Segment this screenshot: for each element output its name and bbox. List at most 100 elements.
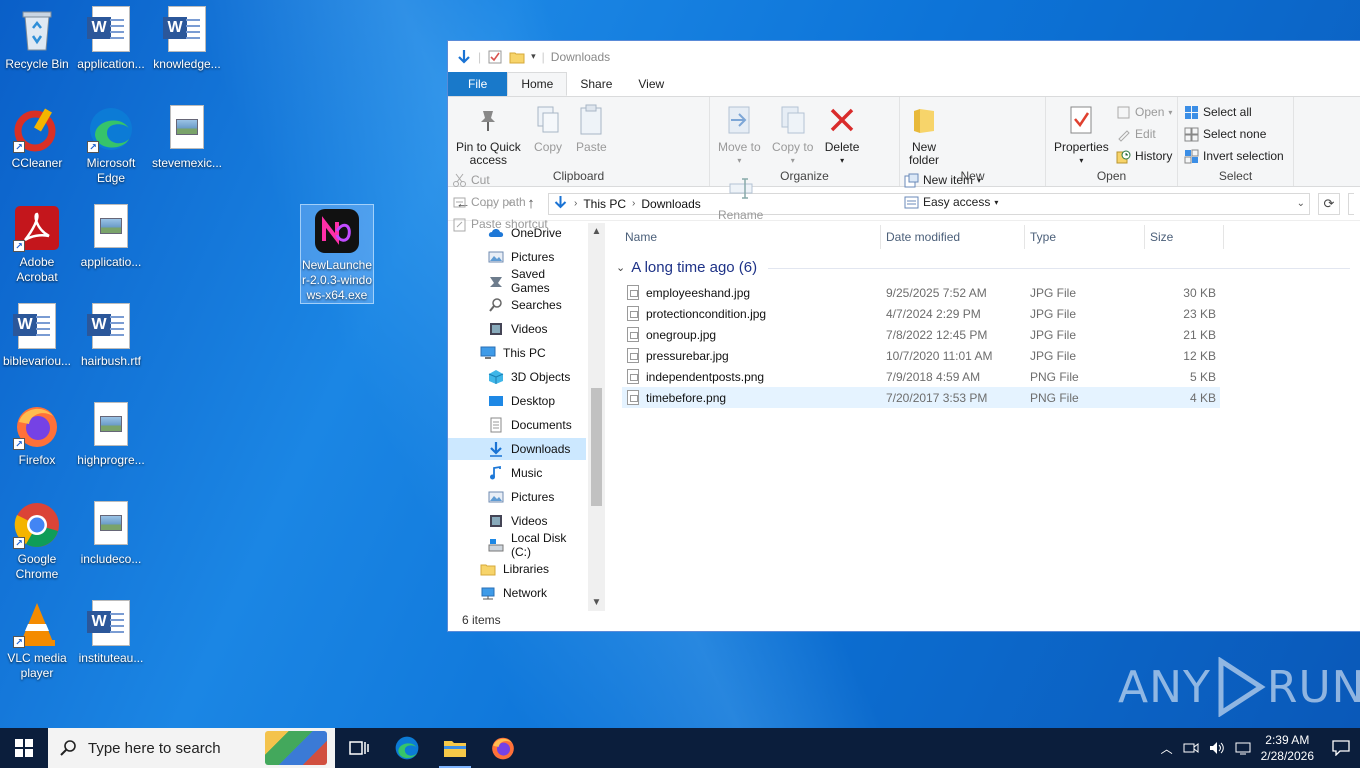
group-header[interactable]: ⌄ A long time ago (6) bbox=[616, 259, 757, 276]
desktop-icon-edge[interactable]: ↗ Microsoft Edge bbox=[74, 105, 148, 186]
nav-item-downloads[interactable]: Downloads bbox=[448, 438, 586, 460]
edit-button[interactable]: Edit bbox=[1116, 125, 1172, 143]
desktop-icon-newlauncher[interactable]: NewLaunche r-2.0.3-windo ws-x64.exe bbox=[300, 204, 374, 304]
move-to-button[interactable]: Move to ▾ bbox=[714, 101, 765, 169]
select-group: Select all Select none Invert selection … bbox=[1178, 97, 1294, 186]
desktop-icon-firefox[interactable]: ↗ Firefox bbox=[0, 402, 74, 468]
scroll-down-icon[interactable]: ▼ bbox=[588, 594, 605, 611]
image-file-icon bbox=[87, 402, 135, 450]
history-button[interactable]: History bbox=[1116, 147, 1172, 165]
desktop-icon-highprogre[interactable]: highprogre... bbox=[74, 402, 148, 468]
folder-icon bbox=[908, 103, 940, 137]
nav-item-pictures-user[interactable]: Pictures bbox=[488, 246, 586, 268]
network-tray-icon[interactable] bbox=[1235, 741, 1251, 755]
desktop-icon-vlc[interactable]: ↗ VLC media player bbox=[0, 600, 74, 681]
nav-item-music[interactable]: Music bbox=[488, 462, 586, 484]
desktop-icon-stevemexic[interactable]: stevemexic... bbox=[150, 105, 224, 171]
delete-button[interactable]: Delete ▾ bbox=[821, 101, 864, 169]
table-row[interactable]: independentposts.png 7/9/2018 4:59 AM PN… bbox=[622, 366, 1220, 387]
volume-icon[interactable] bbox=[1209, 741, 1225, 755]
show-hidden-icons-chevron-icon[interactable]: ︿ bbox=[1161, 740, 1173, 757]
paste-button[interactable]: Paste bbox=[571, 101, 611, 156]
desktop-icon-recycle-bin[interactable]: Recycle Bin bbox=[0, 6, 74, 72]
file-explorer-window[interactable]: | ▾ | Downloads File Home Share View Pin… bbox=[447, 40, 1360, 632]
copy-to-button[interactable]: Copy to ▾ bbox=[768, 101, 817, 169]
desktop-icon-includeco[interactable]: includeco... bbox=[74, 501, 148, 567]
file-icon bbox=[627, 306, 639, 321]
column-header-name[interactable]: Name bbox=[625, 223, 875, 251]
properties-button[interactable]: Properties ▾ bbox=[1050, 101, 1113, 169]
invert-selection-button[interactable]: Invert selection bbox=[1184, 147, 1284, 165]
tab-view[interactable]: View bbox=[625, 72, 677, 96]
desktop-icon-instituteau[interactable]: W instituteau... bbox=[74, 600, 148, 666]
table-row-selected[interactable]: timebefore.png 7/20/2017 3:53 PM PNG Fil… bbox=[622, 387, 1220, 408]
shortcut-arrow-icon: ↗ bbox=[13, 537, 25, 549]
search-box[interactable] bbox=[1348, 192, 1354, 215]
nav-item-this-pc[interactable]: This PC bbox=[480, 342, 586, 364]
nav-item-desktop[interactable]: Desktop bbox=[488, 390, 586, 412]
select-none-button[interactable]: Select none bbox=[1184, 125, 1284, 143]
address-dropdown-icon[interactable]: ⌄ bbox=[1297, 198, 1305, 209]
breadcrumb-separator-icon: › bbox=[632, 198, 636, 209]
tab-share[interactable]: Share bbox=[567, 72, 625, 96]
desktop-icon-acrobat[interactable]: ↗ Adobe Acrobat bbox=[0, 204, 74, 285]
notifications-icon[interactable] bbox=[1332, 740, 1350, 756]
scrollbar-thumb[interactable] bbox=[591, 388, 602, 506]
desktop-icon-chrome[interactable]: ↗ Google Chrome bbox=[0, 501, 74, 582]
file-icon bbox=[627, 285, 639, 300]
nav-item-documents[interactable]: Documents bbox=[488, 414, 586, 436]
new-folder-button[interactable]: New folder bbox=[904, 101, 944, 169]
nav-item-libraries[interactable]: Libraries bbox=[480, 558, 586, 580]
table-row[interactable]: pressurebar.jpg 10/7/2020 11:01 AM JPG F… bbox=[622, 345, 1220, 366]
column-header-size[interactable]: Size bbox=[1150, 223, 1220, 251]
navigation-pane: OneDrive Pictures Saved Games Searches V… bbox=[448, 221, 606, 611]
pin-quick-access-button[interactable]: Pin to Quick access bbox=[452, 101, 525, 169]
nav-item-videos[interactable]: Videos bbox=[488, 510, 586, 532]
copy-path-button[interactable]: Copy path bbox=[452, 193, 548, 211]
desktop-icon-biblevariou[interactable]: W biblevariou... bbox=[0, 303, 74, 369]
down-arrow-icon[interactable] bbox=[456, 49, 472, 65]
start-button[interactable] bbox=[0, 728, 48, 768]
task-view-button[interactable] bbox=[335, 728, 383, 768]
column-header-date[interactable]: Date modified bbox=[886, 223, 1022, 251]
table-row[interactable]: onegroup.jpg 7/8/2022 12:45 PM JPG File … bbox=[622, 324, 1220, 345]
taskbar-edge-button[interactable] bbox=[383, 728, 431, 768]
desktop-icon-knowledge[interactable]: W knowledge... bbox=[150, 6, 224, 72]
meet-now-icon[interactable] bbox=[1183, 741, 1199, 755]
nav-item-pictures[interactable]: Pictures bbox=[488, 486, 586, 508]
column-header-type[interactable]: Type bbox=[1030, 223, 1140, 251]
tab-file[interactable]: File bbox=[448, 72, 508, 96]
new-group: New folder New item ▾ Easy access ▾ New bbox=[900, 97, 1046, 209]
taskbar-firefox-button[interactable] bbox=[479, 728, 527, 768]
easy-access-button[interactable]: Easy access ▾ bbox=[904, 193, 998, 211]
new-folder-icon[interactable] bbox=[509, 49, 525, 65]
taskbar-search-box[interactable]: Type here to search bbox=[48, 728, 335, 768]
breadcrumb-this-pc[interactable]: This PC bbox=[583, 197, 626, 211]
open-button[interactable]: Open ▾ bbox=[1116, 103, 1172, 121]
desktop-icon-hairbush[interactable]: W hairbush.rtf bbox=[74, 303, 148, 369]
table-row[interactable]: protectioncondition.jpg 4/7/2024 2:29 PM… bbox=[622, 303, 1220, 324]
nav-item-onedrive[interactable]: OneDrive bbox=[488, 222, 586, 244]
properties-icon[interactable] bbox=[487, 49, 503, 65]
table-row[interactable]: employeeshand.jpg 9/25/2025 7:52 AM JPG … bbox=[622, 282, 1220, 303]
nav-item-3d-objects[interactable]: 3D Objects bbox=[488, 366, 586, 388]
nav-item-network[interactable]: Network bbox=[480, 582, 586, 604]
nav-pane-scrollbar[interactable]: ▲ ▼ bbox=[588, 223, 605, 611]
breadcrumb-downloads[interactable]: Downloads bbox=[641, 197, 700, 211]
nav-item-videos-user[interactable]: Videos bbox=[488, 318, 586, 340]
nav-item-saved-games[interactable]: Saved Games bbox=[488, 267, 586, 295]
tab-home[interactable]: Home bbox=[507, 72, 568, 96]
nav-item-searches[interactable]: Searches bbox=[488, 294, 586, 316]
scroll-up-icon[interactable]: ▲ bbox=[588, 223, 605, 240]
taskbar-file-explorer-button[interactable] bbox=[431, 728, 479, 768]
taskbar: Type here to search ︿ 2:39 AM 2/28/2026 bbox=[0, 728, 1360, 768]
copy-button[interactable]: Copy bbox=[528, 101, 568, 156]
desktop-icon-application-doc[interactable]: W application... bbox=[74, 6, 148, 72]
customize-qa-chevron-icon[interactable]: ▾ bbox=[531, 51, 536, 62]
nav-item-local-disk[interactable]: Local Disk (C:) bbox=[488, 531, 586, 559]
refresh-icon[interactable]: ⟳ bbox=[1318, 192, 1340, 215]
desktop-icon-ccleaner[interactable]: ↗ CCleaner bbox=[0, 105, 74, 171]
desktop-icon-applicatio-img[interactable]: applicatio... bbox=[74, 204, 148, 270]
clock[interactable]: 2:39 AM 2/28/2026 bbox=[1261, 732, 1314, 764]
select-all-button[interactable]: Select all bbox=[1184, 103, 1284, 121]
